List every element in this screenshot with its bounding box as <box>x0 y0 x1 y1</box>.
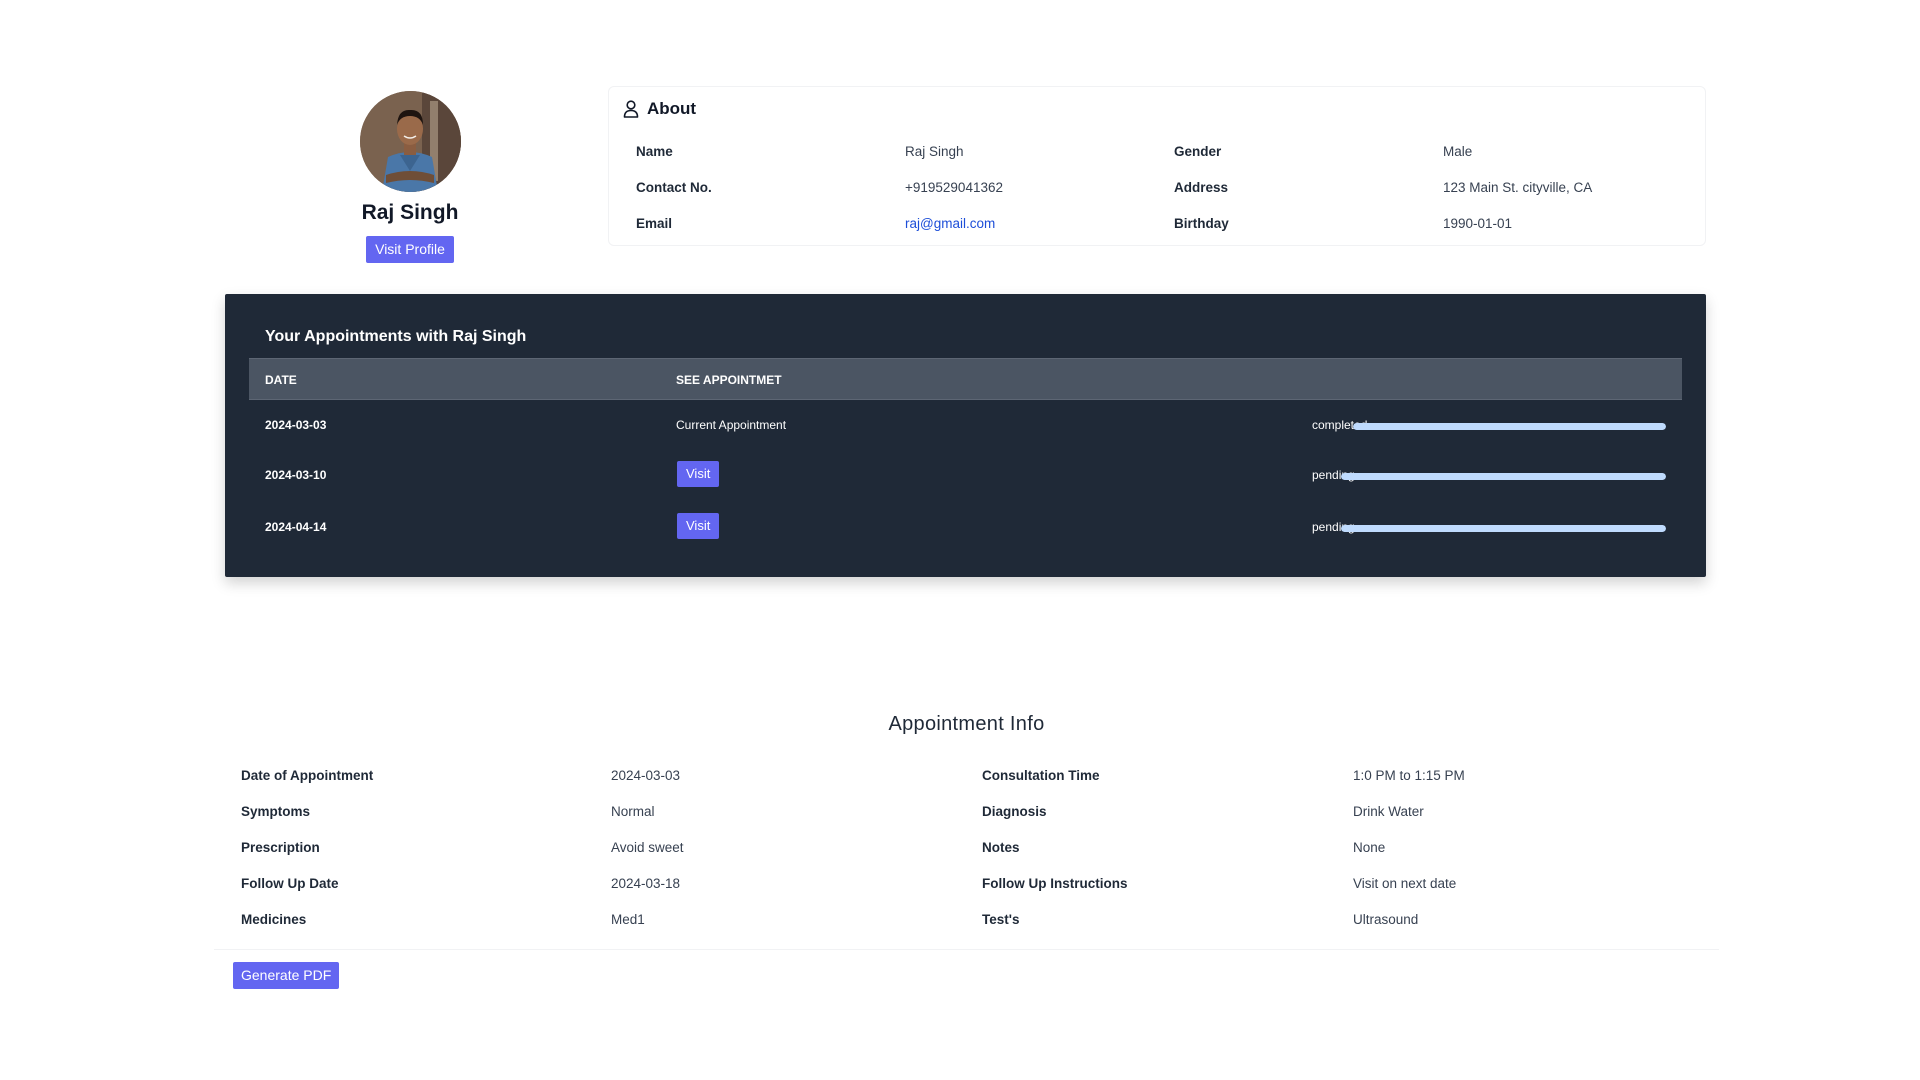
info-value: 2024-03-18 <box>611 875 681 891</box>
appointment-info-panel: Appointment Info Date of Appointment 202… <box>214 695 1719 950</box>
status-progress-bar <box>1341 525 1666 532</box>
progress-fill <box>1341 473 1666 480</box>
info-value: Drink Water <box>1353 803 1424 819</box>
info-label: Test's <box>982 911 1020 927</box>
about-label: Email <box>636 215 673 231</box>
about-label: Name <box>636 143 673 159</box>
appointments-title: Your Appointments with Raj Singh <box>265 328 527 345</box>
info-label: Symptoms <box>241 803 311 819</box>
profile-name: Raj Singh <box>361 201 459 224</box>
info-label: Notes <box>982 839 1020 855</box>
info-label: Medicines <box>241 911 307 927</box>
avatar <box>359 91 461 192</box>
appointment-info-grid: Date of Appointment 2024-03-03 Consultat… <box>241 757 1701 937</box>
appointment-date: 2024-03-03 <box>265 418 327 432</box>
about-value: 123 Main St. cityville, CA <box>1443 179 1593 195</box>
about-value: Raj Singh <box>905 143 964 159</box>
email-link[interactable]: raj@gmail.com <box>905 216 1174 231</box>
about-value: Male <box>1443 143 1473 159</box>
header-see-appointment: SEE APPOINTMET <box>676 373 782 387</box>
table-row: 2024-04-14 Visit pending <box>249 507 1682 547</box>
info-value: Ultrasound <box>1353 911 1419 927</box>
about-label: Contact No. <box>636 179 712 195</box>
status-progress-bar <box>1353 423 1666 430</box>
info-value: Normal <box>611 803 655 819</box>
info-value: Med1 <box>611 911 645 927</box>
info-label: Prescription <box>241 839 320 855</box>
info-label: Follow Up Date <box>241 875 339 891</box>
about-value: 1990-01-01 <box>1443 215 1513 231</box>
info-value: 1:0 PM to 1:15 PM <box>1353 767 1465 783</box>
info-label: Consultation Time <box>982 767 1100 783</box>
info-label: Follow Up Instructions <box>982 875 1128 891</box>
status-progress-bar <box>1341 473 1666 480</box>
info-value: None <box>1353 839 1386 855</box>
about-grid: Name Raj Singh Gender Male Contact No. +… <box>636 133 1696 241</box>
avatar-photo <box>359 91 461 192</box>
appointment-info-title: Appointment Info <box>888 713 1045 735</box>
progress-fill <box>1341 525 1666 532</box>
header-date: DATE <box>265 373 297 387</box>
info-value: 2024-03-03 <box>611 767 681 783</box>
visit-button[interactable]: Visit <box>677 513 720 539</box>
info-label: Date of Appointment <box>241 767 374 783</box>
table-row: 2024-03-10 Visit pending <box>249 455 1682 495</box>
about-label: Birthday <box>1174 215 1229 231</box>
progress-fill <box>1353 423 1666 430</box>
about-header: About <box>623 99 696 119</box>
about-title: About <box>647 99 697 118</box>
generate-pdf-button[interactable]: Generate PDF <box>233 962 340 989</box>
user-icon <box>623 100 639 118</box>
info-label: Diagnosis <box>982 803 1047 819</box>
about-panel: About Name Raj Singh Gender Male Contact… <box>608 86 1706 246</box>
appointment-date: 2024-04-14 <box>265 520 327 534</box>
visit-profile-button[interactable]: Visit Profile <box>366 236 454 263</box>
info-value: Avoid sweet <box>611 839 684 855</box>
appointments-panel: Your Appointments with Raj Singh DATE SE… <box>225 294 1706 577</box>
current-appointment-label: Current Appointment <box>676 418 787 432</box>
appointments-table-header: DATE SEE APPOINTMET <box>249 358 1682 400</box>
about-label: Address <box>1174 179 1229 195</box>
about-label: Gender <box>1174 143 1222 159</box>
profile-card: Raj Singh Visit Profile <box>345 91 475 263</box>
visit-button[interactable]: Visit <box>677 461 720 487</box>
about-value: +919529041362 <box>905 179 1003 195</box>
appointment-date: 2024-03-10 <box>265 468 327 482</box>
table-row: 2024-03-03 Current Appointment completed <box>249 405 1682 445</box>
info-value: Visit on next date <box>1353 875 1457 891</box>
